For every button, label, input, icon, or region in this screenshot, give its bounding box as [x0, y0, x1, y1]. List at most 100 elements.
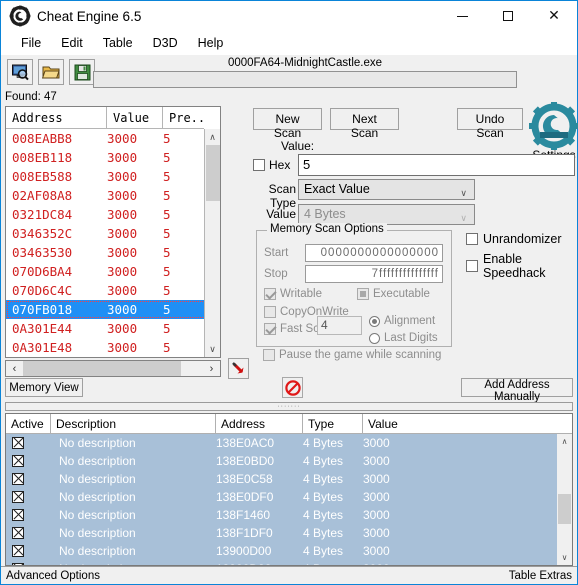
cheat-cell-active[interactable] [6, 509, 51, 521]
results-col-value[interactable]: Value [107, 107, 163, 129]
checkbox-x-icon[interactable] [12, 509, 24, 521]
maximize-button[interactable] [485, 1, 531, 31]
results-scroll-right-button[interactable]: › [203, 363, 220, 375]
menu-help[interactable]: Help [188, 34, 234, 52]
executable-checkbox-box[interactable] [357, 288, 369, 300]
table-row[interactable]: No description13900D884 Bytes3000 [6, 560, 572, 565]
cheat-table[interactable]: Active Description Address Type Value No… [5, 413, 573, 566]
cheat-scroll-thumb[interactable] [558, 494, 571, 524]
menu-file[interactable]: File [11, 34, 51, 52]
results-row[interactable]: 0A301E44 3000 5 [6, 319, 220, 338]
results-row[interactable]: 008EB588 3000 5 [6, 167, 220, 186]
menu-table[interactable]: Table [93, 34, 143, 52]
memory-view-button[interactable]: Memory View [5, 378, 83, 397]
results-row[interactable]: 0A301E48 3000 5 [6, 338, 220, 357]
checkbox-x-icon[interactable] [12, 527, 24, 539]
results-hscroll-track[interactable] [23, 361, 203, 376]
results-row[interactable]: 070FB018 3000 5 [6, 300, 220, 319]
save-file-button[interactable] [69, 59, 95, 85]
pause-game-checkbox-box[interactable] [263, 349, 275, 361]
open-file-button[interactable] [38, 59, 64, 85]
start-address-input[interactable]: 0000000000000000 [305, 244, 443, 262]
scan-results-list[interactable]: Address Value Pre.. 008EABB8 3000 5 008EB11… [5, 106, 221, 358]
writable-checkbox[interactable]: Writable [264, 288, 322, 300]
results-scroll-up-button[interactable]: ∧ [205, 129, 220, 145]
results-row[interactable]: 02AF08A8 3000 5 [6, 186, 220, 205]
cheat-col-address[interactable]: Address [216, 414, 303, 434]
panel-splitter[interactable]: ······· [5, 402, 573, 411]
menu-d3d[interactable]: D3D [143, 34, 188, 52]
results-row[interactable]: 0321DC84 3000 5 [6, 205, 220, 224]
scan-type-dropdown[interactable]: Exact Value ∨ [298, 179, 475, 200]
cheat-col-active[interactable]: Active [6, 414, 51, 434]
menu-edit[interactable]: Edit [51, 34, 93, 52]
new-scan-button[interactable]: New Scan [253, 108, 322, 140]
checkbox-x-icon[interactable] [12, 455, 24, 467]
copyonwrite-checkbox-box[interactable] [264, 306, 276, 318]
cheat-cell-active[interactable] [6, 437, 51, 449]
checkbox-x-icon[interactable] [12, 563, 24, 565]
results-col-previous[interactable]: Pre.. [163, 107, 205, 129]
hex-checkbox[interactable]: Hex [253, 158, 290, 172]
results-scroll-left-button[interactable]: ‹ [6, 363, 23, 375]
hex-checkbox-box[interactable] [253, 159, 265, 171]
results-scroll-thumb[interactable] [206, 145, 220, 201]
value-type-dropdown[interactable]: 4 Bytes ∨ [298, 204, 475, 225]
minimize-button[interactable] [439, 1, 485, 31]
stop-address-input[interactable]: 7fffffffffffffff [305, 265, 443, 283]
table-row[interactable]: No description 138E0AC0 4 Bytes 3000 [6, 434, 572, 452]
add-address-manually-button[interactable]: Add Address Manually [461, 378, 573, 403]
checkbox-x-icon[interactable] [12, 491, 24, 503]
last-digits-radio-button[interactable] [369, 332, 380, 344]
results-row[interactable]: 008EB118 3000 5 [6, 148, 220, 167]
checkbox-x-icon[interactable] [12, 473, 24, 485]
results-row[interactable]: 0346352C 3000 5 [6, 224, 220, 243]
results-row[interactable]: 03463530 3000 5 [6, 243, 220, 262]
cheat-col-type[interactable]: Type [303, 414, 363, 434]
checkbox-x-icon[interactable] [12, 437, 24, 449]
results-hscroll-thumb[interactable] [23, 361, 181, 376]
results-row[interactable]: 070D6C4C 3000 5 [6, 281, 220, 300]
writable-checkbox-box[interactable] [264, 288, 276, 300]
alignment-radio-button[interactable] [369, 315, 380, 327]
results-scroll-down-button[interactable]: ∨ [205, 341, 220, 357]
pause-game-checkbox[interactable]: Pause the game while scanning [263, 349, 441, 361]
results-horizontal-scrollbar[interactable]: ‹ › [5, 360, 221, 377]
results-col-address[interactable]: Address [6, 107, 107, 129]
cheat-scroll-up-button[interactable]: ∧ [557, 434, 572, 449]
fast-scan-checkbox-box[interactable] [264, 323, 276, 335]
next-scan-button[interactable]: Next Scan [330, 108, 399, 140]
alignment-radio[interactable]: Alignment [369, 315, 435, 327]
speedhack-checkbox[interactable]: Enable Speedhack [466, 252, 575, 280]
results-row[interactable]: 008EABB8 3000 5 [6, 129, 220, 148]
cheat-cell-active[interactable] [6, 545, 51, 557]
unrandomizer-checkbox-box[interactable] [466, 233, 478, 245]
table-row[interactable]: No description 138F1460 4 Bytes 3000 [6, 506, 572, 524]
close-button[interactable]: ✕ [531, 1, 577, 31]
cheat-table-scrollbar[interactable]: ∧ ∨ [557, 434, 572, 565]
speedhack-checkbox-box[interactable] [466, 260, 478, 272]
unrandomizer-checkbox[interactable]: Unrandomizer [466, 232, 562, 246]
checkbox-x-icon[interactable] [12, 545, 24, 557]
cheat-cell-active[interactable] [6, 491, 51, 503]
scan-value-input[interactable]: 5 [298, 154, 575, 176]
cheat-col-value[interactable]: Value [363, 414, 572, 434]
table-row[interactable]: No description 138F1DF0 4 Bytes 3000 [6, 524, 572, 542]
table-row[interactable]: No description 138E0BD0 4 Bytes 3000 [6, 452, 572, 470]
undo-scan-button[interactable]: Undo Scan [457, 108, 523, 140]
cheat-cell-active[interactable] [6, 473, 51, 485]
cheat-scroll-down-button[interactable]: ∨ [557, 550, 572, 565]
executable-checkbox[interactable]: Executable [357, 288, 430, 300]
advanced-options-link[interactable]: Advanced Options [6, 570, 100, 582]
cheat-engine-gear-icon[interactable] [528, 101, 578, 151]
cheat-cell-active[interactable] [6, 527, 51, 539]
cheat-cell-active[interactable] [6, 563, 51, 565]
cheat-cell-active[interactable] [6, 455, 51, 467]
results-vertical-scrollbar[interactable]: ∧ ∨ [204, 129, 220, 357]
table-extras-link[interactable]: Table Extras [509, 570, 572, 582]
last-digits-radio[interactable]: Last Digits [369, 332, 438, 344]
cheat-col-description[interactable]: Description [51, 414, 216, 434]
process-select-button[interactable] [7, 59, 33, 85]
table-row[interactable]: No description 138E0C58 4 Bytes 3000 [6, 470, 572, 488]
table-row[interactable]: No description 13900D00 4 Bytes 3000 [6, 542, 572, 560]
